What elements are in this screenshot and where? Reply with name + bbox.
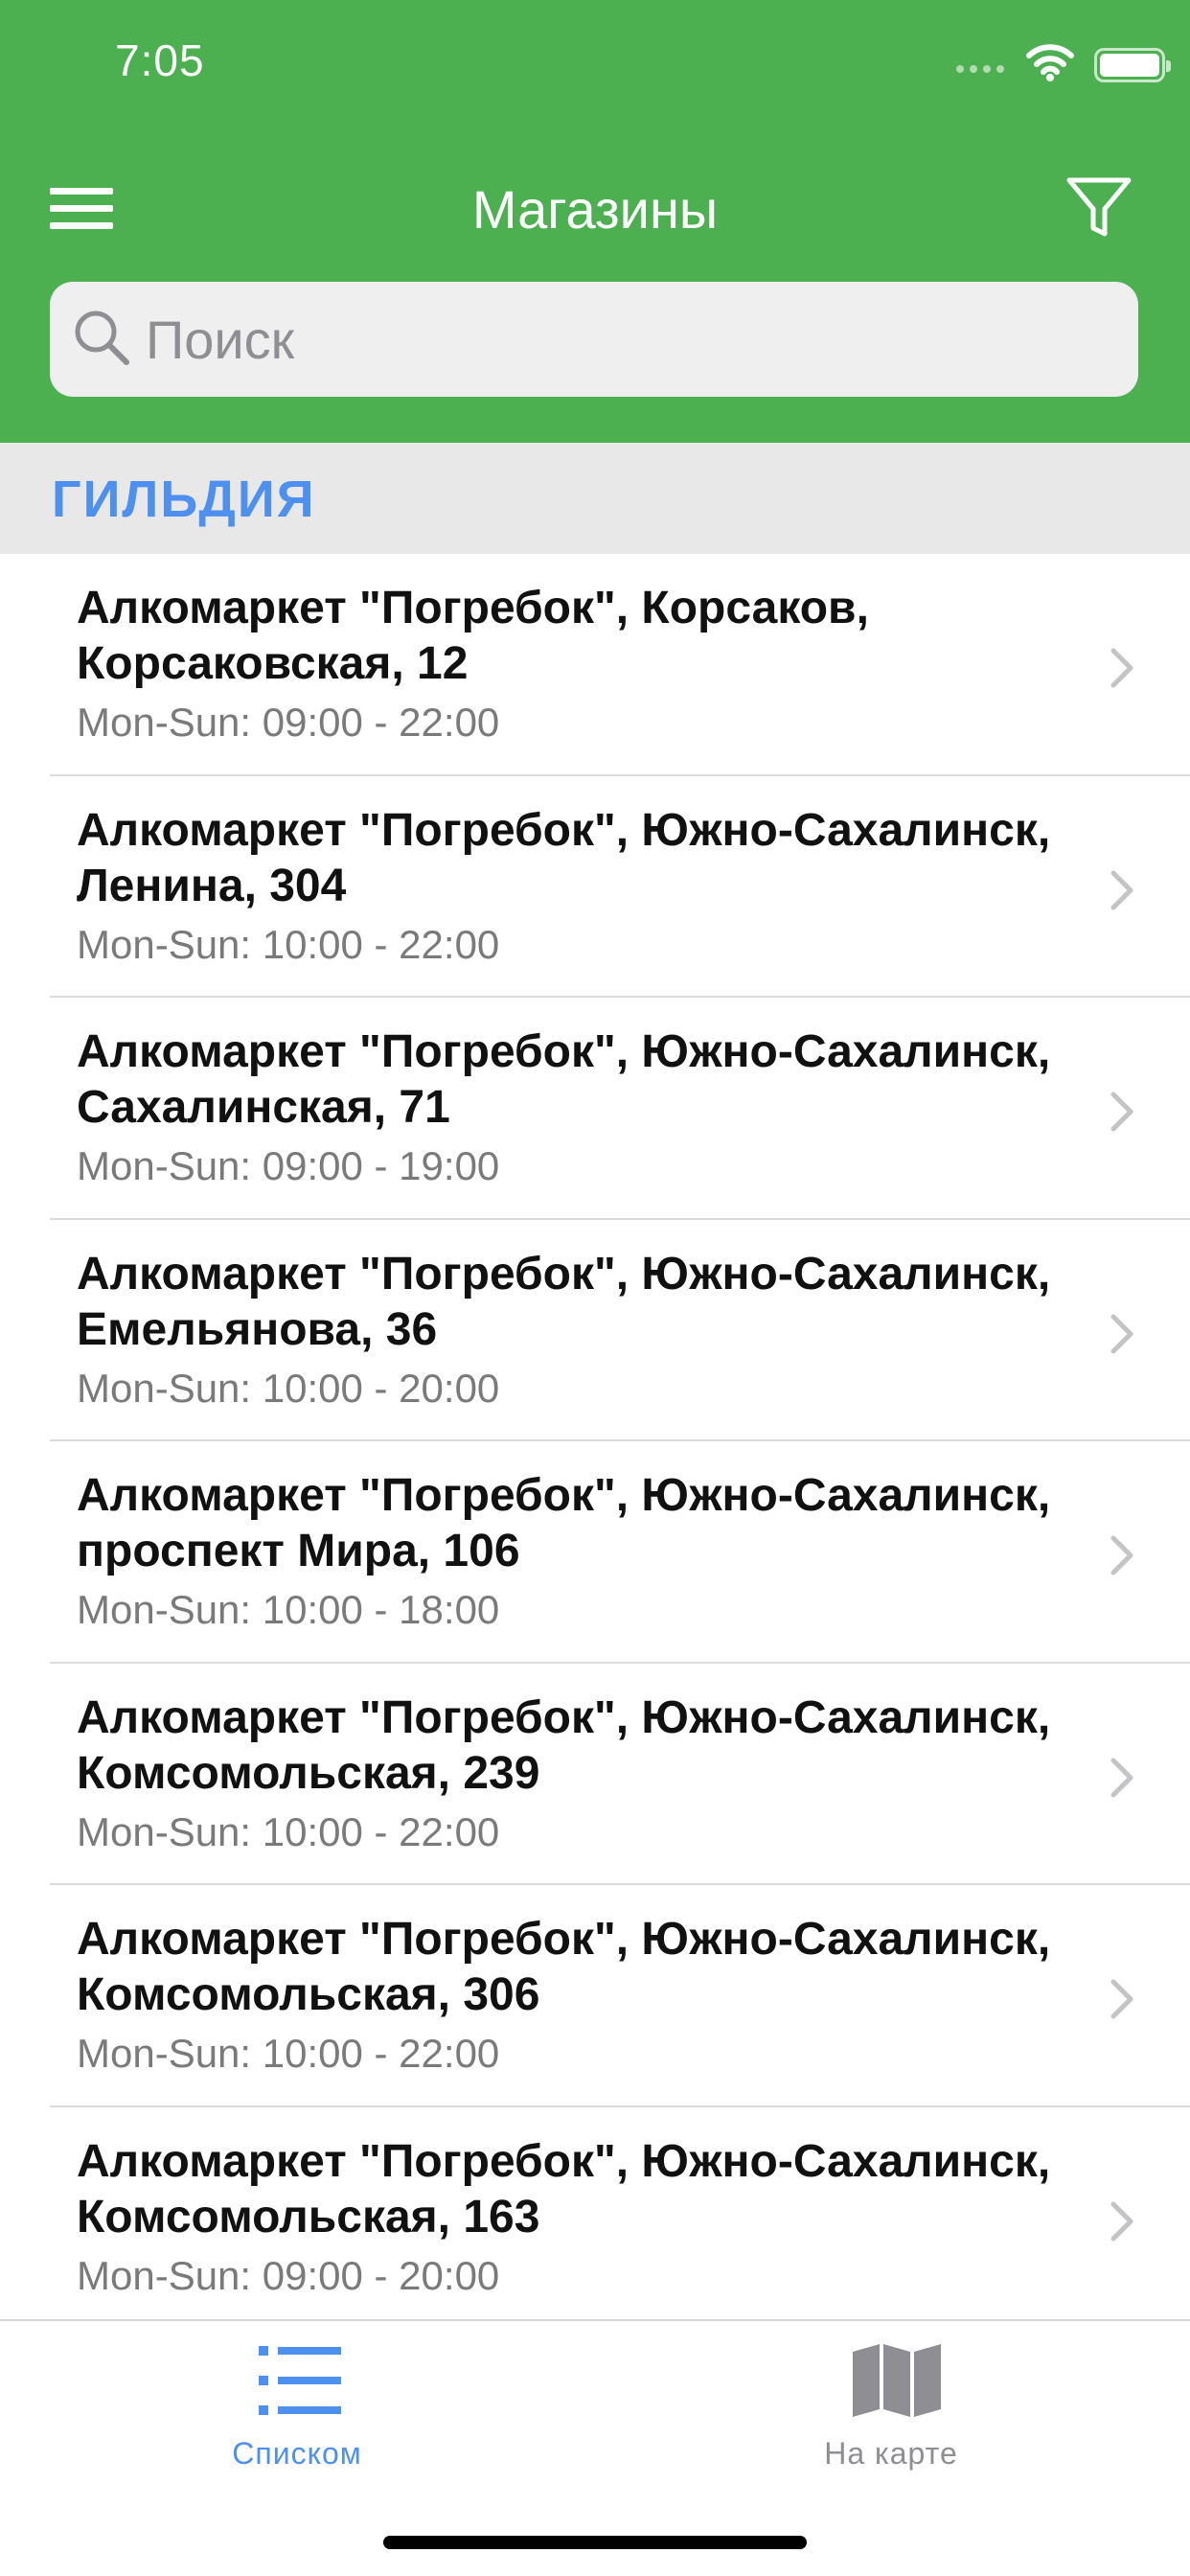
store-row[interactable]: Алкомаркет "Погребок", Южно-Сахалинск, Е… [0,1220,1190,1441]
status-indicators [903,38,1190,92]
store-hours: Mon-Sun: 10:00 - 20:00 [77,1365,500,1411]
store-hours: Mon-Sun: 10:00 - 22:00 [77,1808,500,1854]
chevron-right-icon [1110,1092,1133,1132]
chevron-right-icon [1110,870,1133,909]
status-time: 7:05 [115,35,205,85]
search-bar[interactable] [50,282,1138,397]
search-icon [75,310,129,365]
chevron-right-icon [1110,1979,1133,2019]
chevron-right-icon [1110,1314,1133,1353]
section-header: ГИЛЬДИЯ [0,443,1190,554]
store-hours: Mon-Sun: 09:00 - 22:00 [77,700,500,745]
tab-list-label: Списком [232,2436,362,2471]
chevron-right-icon [1110,1535,1133,1576]
store-hours: Mon-Sun: 10:00 - 22:00 [77,921,500,967]
tab-map[interactable]: На карте [747,2321,1035,2494]
filter-icon[interactable] [1065,176,1133,240]
store-hours: Mon-Sun: 10:00 - 18:00 [77,1587,500,1632]
home-indicator[interactable] [383,2536,807,2549]
chevron-right-icon [1110,648,1133,688]
store-title: Алкомаркет "Погребок", Южно-Сахалинск, К… [77,1914,1051,2020]
tab-map-label: На карте [824,2436,958,2471]
store-row[interactable]: Алкомаркет "Погребок", Южно-Сахалинск, К… [0,2107,1190,2330]
search-input[interactable] [146,282,1104,397]
section-title: ГИЛЬДИЯ [52,471,316,528]
map-icon [853,2344,941,2417]
store-row[interactable]: Алкомаркет "Погребок", Южно-Сахалинск, С… [0,998,1190,1220]
tab-list[interactable]: Списком [153,2321,441,2494]
store-row[interactable]: Алкомаркет "Погребок", Южно-Сахалинск, К… [0,1664,1190,1885]
store-title: Алкомаркет "Погребок", Южно-Сахалинск, п… [77,1470,1051,1576]
store-row[interactable]: Алкомаркет "Погребок", Южно-Сахалинск, Л… [0,776,1190,998]
chevron-right-icon [1110,1758,1133,1797]
store-title: Алкомаркет "Погребок", Корсаков, Корсако… [77,583,869,689]
store-title: Алкомаркет "Погребок", Южно-Сахалинск, К… [77,1691,1051,1799]
store-title: Алкомаркет "Погребок", Южно-Сахалинск, Л… [77,804,1051,911]
page-title: Магазины [471,179,719,240]
store-list: Алкомаркет "Погребок", Корсаков, Корсако… [0,554,1190,2329]
store-hours: Mon-Sun: 09:00 - 20:00 [77,2252,500,2298]
battery-icon [1094,48,1171,82]
list-icon [259,2346,341,2415]
store-hours: Mon-Sun: 10:00 - 22:00 [77,2031,500,2076]
wifi-icon [1026,44,1074,81]
chevron-right-icon [1110,2201,1133,2241]
store-hours: Mon-Sun: 09:00 - 19:00 [77,1143,500,1188]
store-row[interactable]: Алкомаркет "Погребок", Корсаков, Корсако… [0,554,1190,776]
store-title: Алкомаркет "Погребок", Южно-Сахалинск, К… [77,2135,1051,2242]
store-row[interactable]: Алкомаркет "Погребок", Южно-Сахалинск, К… [0,1885,1190,2107]
store-row[interactable]: Алкомаркет "Погребок", Южно-Сахалинск, п… [0,1441,1190,1664]
store-title: Алкомаркет "Погребок", Южно-Сахалинск, Е… [77,1248,1051,1355]
cellular-signal-icon [956,65,1004,73]
store-title: Алкомаркет "Погребок", Южно-Сахалинск, С… [77,1026,1051,1133]
nav-header: 7:05 Магазины [0,0,1190,443]
